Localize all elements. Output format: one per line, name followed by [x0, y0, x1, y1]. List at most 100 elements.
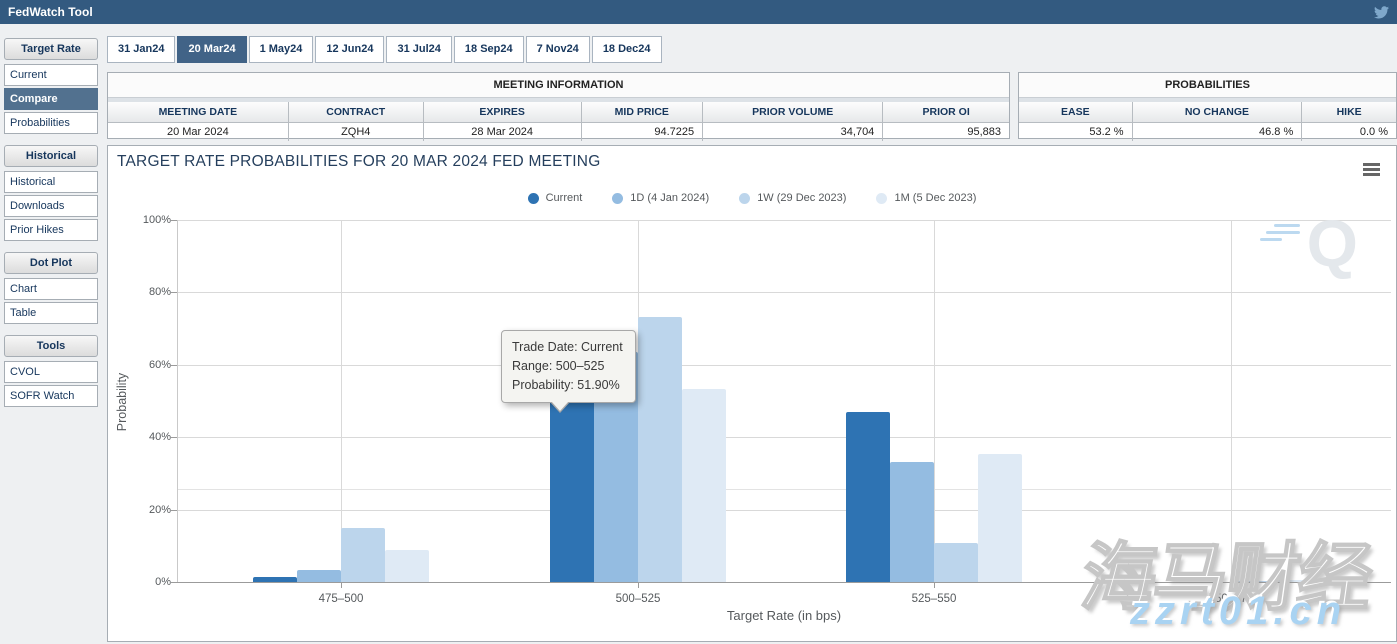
chart-panel: TARGET RATE PROBABILITIES FOR 20 MAR 202… — [107, 145, 1397, 642]
legend-item-current[interactable]: Current — [528, 192, 583, 204]
gridline-y-40 — [177, 437, 1391, 438]
tab-12-jun24[interactable]: 12 Jun24 — [315, 36, 384, 63]
x-tick-label: 475–500 — [281, 593, 401, 605]
y-tick-label: 40% — [131, 431, 171, 443]
meeting-information-value: ZQH4 — [288, 123, 423, 142]
app-title: FedWatch Tool — [8, 5, 93, 19]
tab-31-jan24[interactable]: 31 Jan24 — [107, 36, 175, 63]
gridline-x-2 — [934, 220, 935, 582]
probabilities-col-header: EASE — [1019, 102, 1132, 123]
legend-label: 1M (5 Dec 2023) — [894, 192, 976, 204]
meeting-information-value: 34,704 — [703, 123, 883, 142]
meeting-information-value: 28 Mar 2024 — [423, 123, 581, 142]
chart-menu-icon[interactable] — [1363, 163, 1380, 178]
y-tick-label: 60% — [131, 359, 171, 371]
quikstrike-logo-watermark: Q — [1307, 210, 1358, 276]
app-header: FedWatch Tool — [0, 0, 1397, 24]
x-axis-title: Target Rate (in bps) — [634, 608, 934, 623]
legend-item-1m[interactable]: 1M (5 Dec 2023) — [876, 192, 976, 204]
legend-item-1w[interactable]: 1W (29 Dec 2023) — [739, 192, 846, 204]
meeting-information-panel: MEETING INFORMATION MEETING DATECONTRACT… — [107, 72, 1010, 139]
bar-1m-2[interactable] — [978, 454, 1022, 582]
bar-1w-2[interactable] — [934, 543, 978, 582]
legend-item-1d[interactable]: 1D (4 Jan 2024) — [612, 192, 709, 204]
legend-dot-icon — [739, 193, 750, 204]
x-tick-mark — [934, 582, 935, 588]
sidebar-item-compare[interactable]: Compare — [4, 88, 98, 110]
meeting-information-col-header: EXPIRES — [423, 102, 581, 123]
probabilities-header-row: EASENO CHANGEHIKE — [1019, 102, 1396, 123]
probabilities-col-header: NO CHANGE — [1132, 102, 1302, 123]
gridline-y-100 — [177, 220, 1391, 221]
sidebar-group-header-dot-plot[interactable]: Dot Plot — [4, 252, 98, 274]
tab-31-jul24[interactable]: 31 Jul24 — [386, 36, 451, 63]
tab-18-sep24[interactable]: 18 Sep24 — [454, 36, 524, 63]
sidebar-item-table[interactable]: Table — [4, 302, 98, 324]
y-axis-line — [177, 220, 178, 582]
x-tick-label: 500–525 — [578, 593, 698, 605]
sidebar-group-header-target-rate[interactable]: Target Rate — [4, 38, 98, 60]
y-tick-label: 80% — [131, 286, 171, 298]
y-tick-mark — [171, 582, 177, 583]
fedwatch-page: { "header": { "title": "FedWatch Tool", … — [0, 0, 1397, 644]
probabilities-table: EASENO CHANGEHIKE 53.2 %46.8 %0.0 % — [1019, 102, 1396, 141]
gridline-y-20 — [177, 510, 1391, 511]
sidebar-item-sofr-watch[interactable]: SOFR Watch — [4, 385, 98, 407]
sidebar-item-current[interactable]: Current — [4, 64, 98, 86]
legend-dot-icon — [528, 193, 539, 204]
bar-current-0[interactable] — [253, 577, 297, 582]
x-tick-mark — [638, 582, 639, 588]
sidebar-item-probabilities[interactable]: Probabilities — [4, 112, 98, 134]
y-tick-label: 20% — [131, 504, 171, 516]
probabilities-value: 53.2 % — [1019, 123, 1132, 142]
meeting-date-tabs: 31 Jan2420 Mar241 May2412 Jun2431 Jul241… — [107, 36, 662, 63]
probabilities-title: PROBABILITIES — [1019, 73, 1396, 98]
sidebar-item-downloads[interactable]: Downloads — [4, 195, 98, 217]
chart-title: TARGET RATE PROBABILITIES FOR 20 MAR 202… — [117, 153, 600, 171]
gridline-y-80 — [177, 292, 1391, 293]
probabilities-col-header: HIKE — [1302, 102, 1396, 123]
bar-current-1[interactable] — [550, 394, 594, 582]
chart-tooltip: Trade Date: Current Range: 500–525 Proba… — [501, 330, 636, 403]
meeting-information-title: MEETING INFORMATION — [108, 73, 1009, 98]
sidebar: Target Rate CurrentCompareProbabilities Hi… — [4, 36, 98, 409]
y-tick-label: 100% — [131, 214, 171, 226]
meeting-information-col-header: CONTRACT — [288, 102, 423, 123]
quikstrike-logo-lines — [1260, 224, 1300, 245]
legend-label: Current — [546, 192, 583, 204]
tooltip-trade-date: Trade Date: Current — [512, 338, 623, 357]
bar-current-2[interactable] — [846, 412, 890, 582]
meeting-information-col-header: MEETING DATE — [108, 102, 288, 123]
tab-7-nov24[interactable]: 7 Nov24 — [526, 36, 590, 63]
bar-1w-1[interactable] — [638, 317, 682, 582]
bar-1w-0[interactable] — [341, 528, 385, 582]
bar-1d-2[interactable] — [890, 462, 934, 582]
meeting-information-col-header: PRIOR VOLUME — [703, 102, 883, 123]
meeting-information-header-row: MEETING DATECONTRACTEXPIRESMID PRICEPRIO… — [108, 102, 1009, 123]
bar-1d-0[interactable] — [297, 570, 341, 582]
sidebar-item-prior-hikes[interactable]: Prior Hikes — [4, 219, 98, 241]
meeting-information-value: 20 Mar 2024 — [108, 123, 288, 142]
legend-dot-icon — [876, 193, 887, 204]
bar-1m-1[interactable] — [682, 389, 726, 582]
sidebar-item-historical[interactable]: Historical — [4, 171, 98, 193]
probabilities-data-row: 53.2 %46.8 %0.0 % — [1019, 123, 1396, 142]
bar-1m-0[interactable] — [385, 550, 429, 582]
meeting-information-table: MEETING DATECONTRACTEXPIRESMID PRICEPRIO… — [108, 102, 1009, 141]
sidebar-item-chart[interactable]: Chart — [4, 278, 98, 300]
tab-18-dec24[interactable]: 18 Dec24 — [592, 36, 662, 63]
probabilities-panel: PROBABILITIES EASENO CHANGEHIKE 53.2 %46… — [1018, 72, 1397, 139]
y-axis-title: Probability — [115, 352, 129, 452]
meeting-information-col-header: MID PRICE — [581, 102, 703, 123]
sidebar-item-cvol[interactable]: CVOL — [4, 361, 98, 383]
probabilities-value: 0.0 % — [1302, 123, 1396, 142]
tab-20-mar24[interactable]: 20 Mar24 — [177, 36, 246, 63]
x-tick-label: 525–550 — [874, 593, 994, 605]
sidebar-group-header-historical[interactable]: Historical — [4, 145, 98, 167]
meeting-information-value: 95,883 — [883, 123, 1009, 142]
meeting-information-col-header: PRIOR OI — [883, 102, 1009, 123]
x-tick-mark — [341, 582, 342, 588]
tab-1-may24[interactable]: 1 May24 — [249, 36, 314, 63]
sidebar-group-header-tools[interactable]: Tools — [4, 335, 98, 357]
twitter-bird-icon[interactable] — [1374, 6, 1389, 19]
